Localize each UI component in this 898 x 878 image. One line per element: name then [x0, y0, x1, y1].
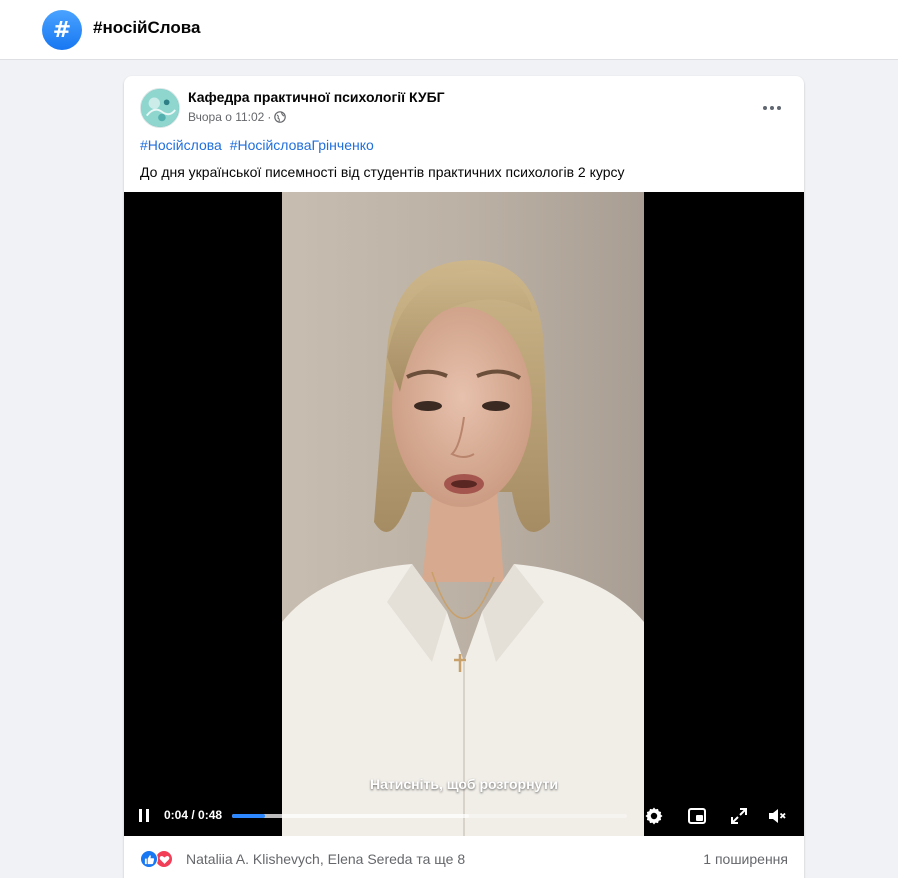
fullscreen-icon[interactable] [729, 806, 749, 826]
video-time: 0:04 / 0:48 [164, 808, 223, 822]
reaction-icons[interactable] [140, 849, 180, 869]
more-dots-icon [763, 106, 767, 110]
picture-in-picture-icon[interactable] [687, 806, 707, 826]
hashtag-link[interactable]: #Носійслова [140, 137, 222, 153]
post-text: До дня української писемності від студен… [140, 164, 625, 180]
post-footer: Nataliia A. Klishevych, Elena Sereda та … [124, 836, 804, 878]
reactors-text[interactable]: Nataliia A. Klishevych, Elena Sereda та … [186, 851, 465, 867]
video-played [232, 814, 265, 818]
video-frame[interactable] [282, 192, 644, 836]
page-avatar[interactable] [140, 88, 180, 128]
hashtag-header: # #носійСлова [0, 0, 898, 60]
more-dot [777, 106, 781, 110]
post-card: Кафедра практичної психології КУБГ Вчора… [124, 76, 804, 878]
meta-separator: · [267, 110, 272, 124]
expand-hint[interactable]: Натисніть, щоб розгорнути [124, 776, 804, 792]
globe-icon [274, 111, 287, 123]
hashtag-icon: # [42, 10, 82, 50]
volume-muted-icon[interactable] [767, 806, 787, 826]
shares-count[interactable]: 1 поширення [703, 851, 788, 867]
video-player[interactable]: Натисніть, щоб розгорнути 0:04 / 0:48 [124, 192, 804, 836]
video-progress-bar[interactable] [232, 814, 627, 818]
more-dot [770, 106, 774, 110]
video-controls: 0:04 / 0:48 [124, 796, 804, 836]
hashtag-title[interactable]: #носійСлова [93, 18, 200, 38]
pause-icon[interactable] [138, 809, 152, 823]
page-name-link[interactable]: Кафедра практичної психології КУБГ [188, 89, 445, 105]
video-buffer [232, 814, 469, 818]
more-options-button[interactable] [754, 90, 790, 126]
pause-bar [139, 809, 142, 822]
like-icon [140, 850, 158, 868]
hashtag-link[interactable]: #НосійсловаГрінченко [230, 137, 374, 153]
pause-bar [146, 809, 149, 822]
post-hashtags: #Носійслова #НосійсловаГрінченко [140, 137, 378, 153]
post-meta: Вчора о 11:02 · [188, 110, 287, 124]
settings-icon[interactable] [644, 806, 664, 826]
post-timestamp[interactable]: Вчора о 11:02 [188, 110, 264, 124]
